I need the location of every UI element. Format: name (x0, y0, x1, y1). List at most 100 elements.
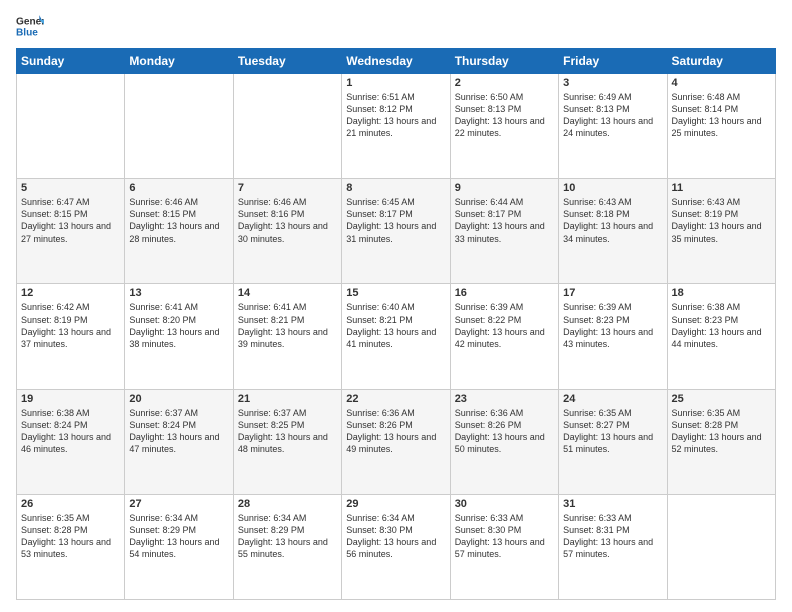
day-info: Sunrise: 6:38 AM Sunset: 8:23 PM Dayligh… (672, 301, 771, 350)
day-number: 31 (563, 498, 662, 510)
day-info: Sunrise: 6:47 AM Sunset: 8:15 PM Dayligh… (21, 196, 120, 245)
day-info: Sunrise: 6:41 AM Sunset: 8:21 PM Dayligh… (238, 301, 337, 350)
day-info: Sunrise: 6:34 AM Sunset: 8:30 PM Dayligh… (346, 512, 445, 561)
day-info: Sunrise: 6:36 AM Sunset: 8:26 PM Dayligh… (455, 407, 554, 456)
day-info: Sunrise: 6:36 AM Sunset: 8:26 PM Dayligh… (346, 407, 445, 456)
day-number: 30 (455, 498, 554, 510)
day-info: Sunrise: 6:35 AM Sunset: 8:28 PM Dayligh… (672, 407, 771, 456)
day-info: Sunrise: 6:43 AM Sunset: 8:18 PM Dayligh… (563, 196, 662, 245)
calendar-cell (233, 74, 341, 179)
calendar-week-1: 1 Sunrise: 6:51 AM Sunset: 8:12 PM Daylig… (17, 74, 776, 179)
calendar-cell: 6 Sunrise: 6:46 AM Sunset: 8:15 PM Daylig… (125, 179, 233, 284)
calendar-cell: 31 Sunrise: 6:33 AM Sunset: 8:31 PM Dayli… (559, 494, 667, 599)
day-number: 23 (455, 393, 554, 405)
day-number: 24 (563, 393, 662, 405)
calendar-page: General Blue SundayMondayTuesdayWednesda… (0, 0, 792, 612)
day-number: 16 (455, 287, 554, 299)
day-number: 12 (21, 287, 120, 299)
day-number: 14 (238, 287, 337, 299)
calendar-cell: 18 Sunrise: 6:38 AM Sunset: 8:23 PM Dayli… (667, 284, 775, 389)
day-number: 6 (129, 182, 228, 194)
calendar-header-row: SundayMondayTuesdayWednesdayThursdayFrid… (17, 49, 776, 74)
calendar-cell: 16 Sunrise: 6:39 AM Sunset: 8:22 PM Dayli… (450, 284, 558, 389)
day-number: 20 (129, 393, 228, 405)
day-info: Sunrise: 6:46 AM Sunset: 8:15 PM Dayligh… (129, 196, 228, 245)
day-number: 19 (21, 393, 120, 405)
day-number: 18 (672, 287, 771, 299)
svg-text:Blue: Blue (16, 27, 38, 38)
day-info: Sunrise: 6:44 AM Sunset: 8:17 PM Dayligh… (455, 196, 554, 245)
calendar-cell: 30 Sunrise: 6:33 AM Sunset: 8:30 PM Dayli… (450, 494, 558, 599)
calendar-cell: 28Sunrise: 6:34 AM Sunset: 8:29 PM Dayli… (233, 494, 341, 599)
day-number: 8 (346, 182, 445, 194)
day-info: Sunrise: 6:51 AM Sunset: 8:12 PM Dayligh… (346, 91, 445, 140)
day-header-monday: Monday (125, 49, 233, 74)
day-header-thursday: Thursday (450, 49, 558, 74)
calendar-week-5: 26Sunrise: 6:35 AM Sunset: 8:28 PM Dayli… (17, 494, 776, 599)
day-info: Sunrise: 6:45 AM Sunset: 8:17 PM Dayligh… (346, 196, 445, 245)
day-info: Sunrise: 6:41 AM Sunset: 8:20 PM Dayligh… (129, 301, 228, 350)
day-number: 9 (455, 182, 554, 194)
day-header-sunday: Sunday (17, 49, 125, 74)
calendar-cell: 24 Sunrise: 6:35 AM Sunset: 8:27 PM Dayli… (559, 389, 667, 494)
day-info: Sunrise: 6:39 AM Sunset: 8:22 PM Dayligh… (455, 301, 554, 350)
day-header-saturday: Saturday (667, 49, 775, 74)
day-info: Sunrise: 6:37 AM Sunset: 8:24 PM Dayligh… (129, 407, 228, 456)
day-header-tuesday: Tuesday (233, 49, 341, 74)
day-info: Sunrise: 6:48 AM Sunset: 8:14 PM Dayligh… (672, 91, 771, 140)
calendar-cell: 17Sunrise: 6:39 AM Sunset: 8:23 PM Dayli… (559, 284, 667, 389)
calendar-cell: 13 Sunrise: 6:41 AM Sunset: 8:20 PM Dayli… (125, 284, 233, 389)
day-info: Sunrise: 6:39 AM Sunset: 8:23 PM Dayligh… (563, 301, 662, 350)
day-number: 22 (346, 393, 445, 405)
calendar-cell: 10 Sunrise: 6:43 AM Sunset: 8:18 PM Dayli… (559, 179, 667, 284)
calendar-cell: 20 Sunrise: 6:37 AM Sunset: 8:24 PM Dayli… (125, 389, 233, 494)
calendar-cell: 15 Sunrise: 6:40 AM Sunset: 8:21 PM Dayli… (342, 284, 450, 389)
day-number: 1 (346, 77, 445, 89)
day-info: Sunrise: 6:46 AM Sunset: 8:16 PM Dayligh… (238, 196, 337, 245)
calendar-cell: 5 Sunrise: 6:47 AM Sunset: 8:15 PM Daylig… (17, 179, 125, 284)
calendar-cell: 9 Sunrise: 6:44 AM Sunset: 8:17 PM Daylig… (450, 179, 558, 284)
day-number: 21 (238, 393, 337, 405)
day-number: 10 (563, 182, 662, 194)
day-number: 13 (129, 287, 228, 299)
day-info: Sunrise: 6:35 AM Sunset: 8:28 PM Dayligh… (21, 512, 120, 561)
day-header-wednesday: Wednesday (342, 49, 450, 74)
day-header-friday: Friday (559, 49, 667, 74)
calendar-cell (667, 494, 775, 599)
calendar-week-3: 12 Sunrise: 6:42 AM Sunset: 8:19 PM Dayli… (17, 284, 776, 389)
calendar-cell: 3 Sunrise: 6:49 AM Sunset: 8:13 PM Daylig… (559, 74, 667, 179)
day-number: 3 (563, 77, 662, 89)
calendar-cell: 11Sunrise: 6:43 AM Sunset: 8:19 PM Dayli… (667, 179, 775, 284)
day-info: Sunrise: 6:40 AM Sunset: 8:21 PM Dayligh… (346, 301, 445, 350)
logo-icon: General Blue (16, 12, 44, 40)
day-info: Sunrise: 6:42 AM Sunset: 8:19 PM Dayligh… (21, 301, 120, 350)
calendar-cell: 2Sunrise: 6:50 AM Sunset: 8:13 PM Daylig… (450, 74, 558, 179)
calendar-cell: 22 Sunrise: 6:36 AM Sunset: 8:26 PM Dayli… (342, 389, 450, 494)
calendar-week-2: 5 Sunrise: 6:47 AM Sunset: 8:15 PM Daylig… (17, 179, 776, 284)
day-info: Sunrise: 6:50 AM Sunset: 8:13 PM Dayligh… (455, 91, 554, 140)
day-info: Sunrise: 6:35 AM Sunset: 8:27 PM Dayligh… (563, 407, 662, 456)
day-number: 4 (672, 77, 771, 89)
calendar-cell (125, 74, 233, 179)
day-info: Sunrise: 6:34 AM Sunset: 8:29 PM Dayligh… (129, 512, 228, 561)
calendar-cell: 1 Sunrise: 6:51 AM Sunset: 8:12 PM Daylig… (342, 74, 450, 179)
day-info: Sunrise: 6:33 AM Sunset: 8:31 PM Dayligh… (563, 512, 662, 561)
calendar-cell: 21 Sunrise: 6:37 AM Sunset: 8:25 PM Dayli… (233, 389, 341, 494)
calendar-cell: 4 Sunrise: 6:48 AM Sunset: 8:14 PM Daylig… (667, 74, 775, 179)
day-number: 27 (129, 498, 228, 510)
calendar-cell (17, 74, 125, 179)
day-number: 5 (21, 182, 120, 194)
calendar-cell: 7 Sunrise: 6:46 AM Sunset: 8:16 PM Daylig… (233, 179, 341, 284)
day-info: Sunrise: 6:38 AM Sunset: 8:24 PM Dayligh… (21, 407, 120, 456)
day-info: Sunrise: 6:33 AM Sunset: 8:30 PM Dayligh… (455, 512, 554, 561)
calendar-week-4: 19 Sunrise: 6:38 AM Sunset: 8:24 PM Dayli… (17, 389, 776, 494)
calendar-cell: 27 Sunrise: 6:34 AM Sunset: 8:29 PM Dayli… (125, 494, 233, 599)
day-number: 28 (238, 498, 337, 510)
day-number: 25 (672, 393, 771, 405)
calendar-cell: 25 Sunrise: 6:35 AM Sunset: 8:28 PM Dayli… (667, 389, 775, 494)
day-number: 15 (346, 287, 445, 299)
logo: General Blue (16, 12, 48, 40)
day-number: 7 (238, 182, 337, 194)
day-info: Sunrise: 6:49 AM Sunset: 8:13 PM Dayligh… (563, 91, 662, 140)
day-info: Sunrise: 6:37 AM Sunset: 8:25 PM Dayligh… (238, 407, 337, 456)
